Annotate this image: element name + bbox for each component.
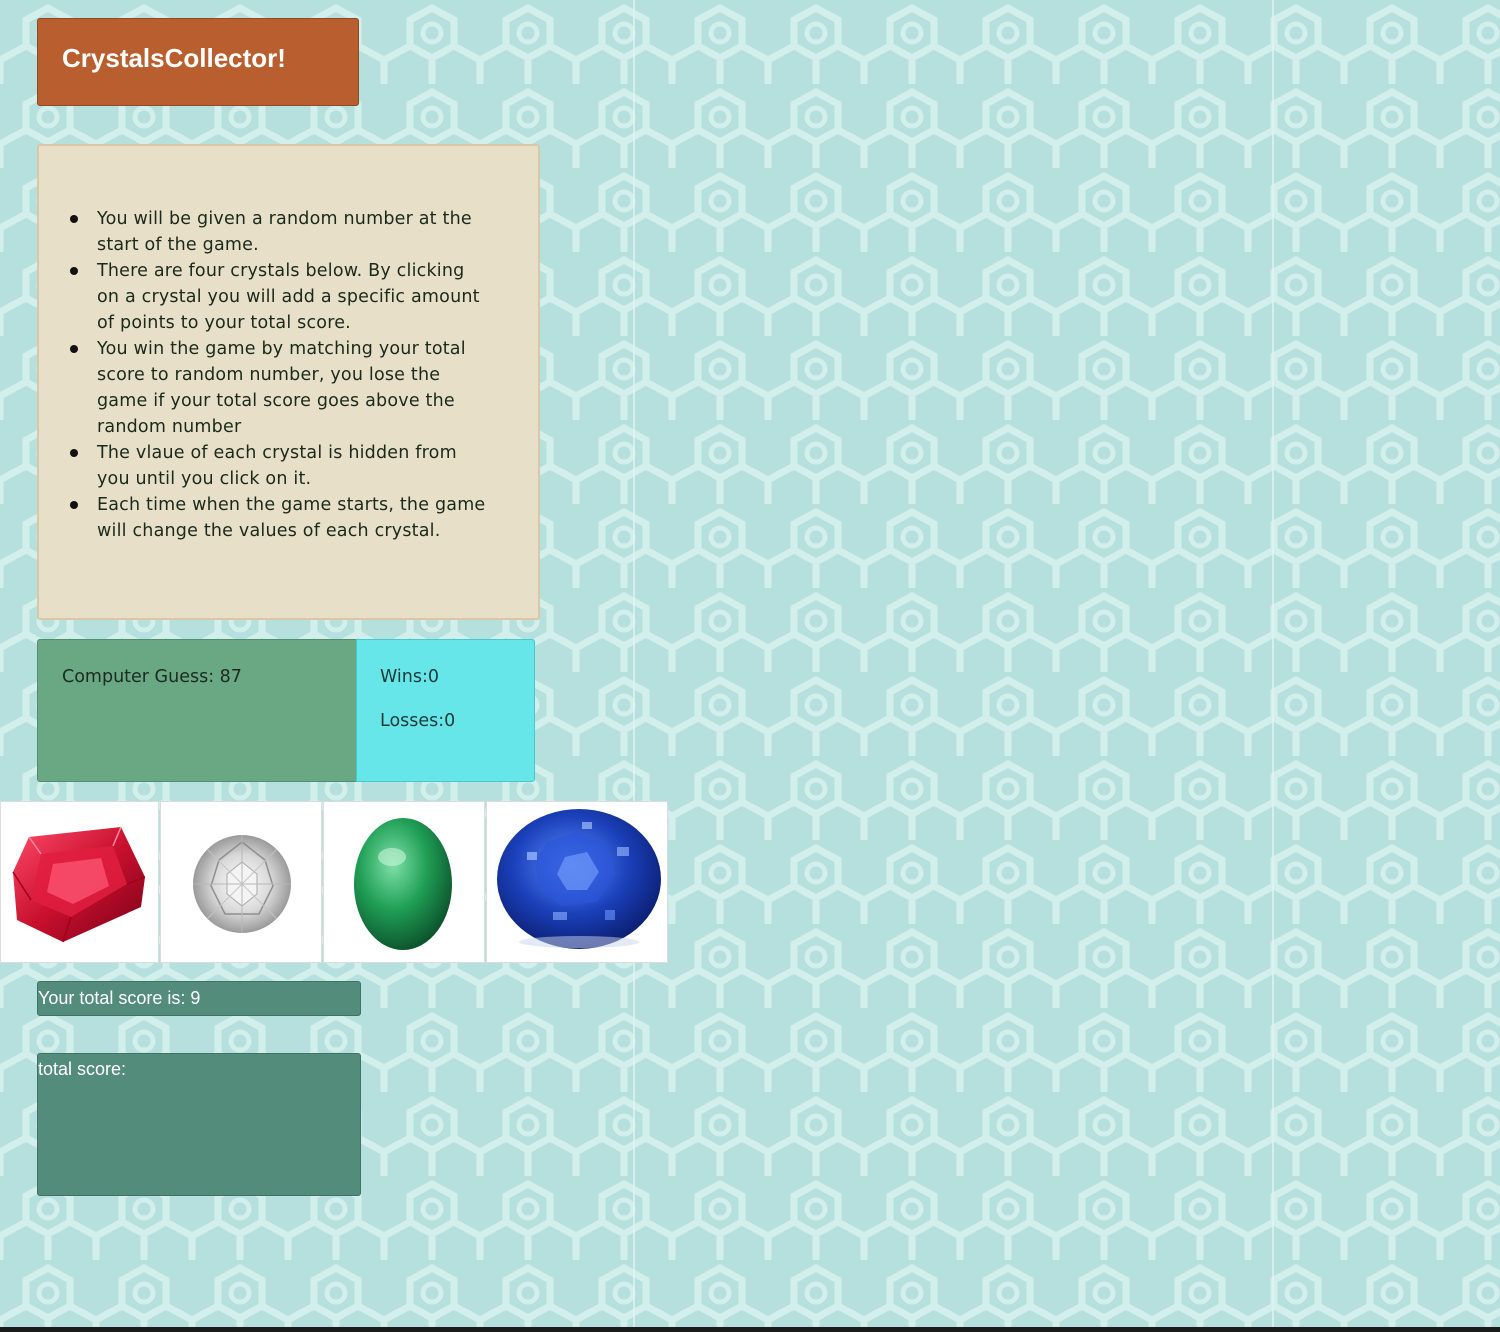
rules-list: You will be given a random number at the… [70, 206, 487, 544]
crystal-emerald-button[interactable] [323, 801, 485, 963]
diamond-icon [193, 835, 291, 933]
game-title: CrystalsCollector! [62, 43, 286, 73]
bullet-icon [70, 215, 78, 223]
ruby-icon [12, 826, 146, 943]
title-banner: CrystalsCollector! [37, 18, 359, 106]
sapphire-icon [497, 809, 661, 949]
rule-item: You will be given a random number at the… [70, 206, 487, 258]
rule-item: There are four crystals below. By clicki… [70, 258, 487, 336]
emerald-icon [354, 818, 452, 950]
computer-guess-panel: Computer Guess: 87 [37, 639, 357, 782]
rule-item: Each time when the game starts, the game… [70, 492, 487, 544]
bullet-icon [70, 267, 78, 275]
rule-item: You win the game by matching your total … [70, 336, 487, 440]
crystal-sapphire-button[interactable] [486, 801, 668, 963]
total-score-label: total score: [38, 1059, 127, 1079]
current-score: Your total score is: 9 [38, 988, 201, 1008]
current-score-box: Your total score is: 9 [37, 981, 361, 1016]
crystal-ruby-button[interactable] [0, 801, 159, 963]
wins-count: Wins:0 [380, 667, 440, 687]
losses-count: Losses:0 [380, 711, 456, 731]
record-panel: Wins:0 Losses:0 [356, 639, 535, 782]
bottom-edge [0, 1327, 1500, 1332]
rules-panel: You will be given a random number at the… [37, 144, 540, 620]
crystal-diamond-button[interactable] [160, 801, 322, 963]
bullet-icon [70, 345, 78, 353]
bullet-icon [70, 449, 78, 457]
total-score-box: total score: [37, 1053, 361, 1196]
rule-item: The vlaue of each crystal is hidden from… [70, 440, 487, 492]
computer-guess: Computer Guess: 87 [62, 667, 242, 687]
bullet-icon [70, 501, 78, 509]
